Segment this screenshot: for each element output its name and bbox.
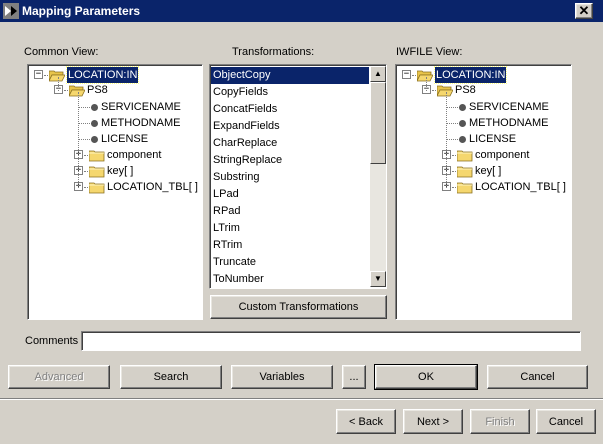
app-icon — [3, 3, 19, 19]
transformation-item[interactable]: StringReplace — [211, 152, 369, 169]
folder-icon — [89, 150, 105, 162]
tree-node-label: METHODNAME — [101, 117, 181, 129]
scroll-thumb[interactable] — [370, 82, 386, 164]
transformation-item[interactable]: ToNumber — [211, 271, 369, 286]
transformations-label: Transformations: — [232, 46, 315, 58]
advanced-button[interactable]: Advanced — [8, 365, 110, 389]
scroll-down-button[interactable]: ▼ — [370, 271, 386, 287]
title-bar: Mapping Parameters — [0, 0, 603, 22]
comments-input[interactable] — [81, 331, 581, 351]
folder-icon — [457, 166, 473, 178]
back-button[interactable]: < Back — [336, 409, 396, 434]
tree-node-label: SERVICENAME — [469, 101, 549, 113]
tree-node-label: component — [107, 149, 162, 161]
folder-icon — [89, 166, 105, 178]
transformation-item[interactable]: ExpandFields — [211, 118, 369, 135]
transformation-item[interactable]: LPad — [211, 186, 369, 203]
search-button[interactable]: Search — [120, 365, 222, 389]
folder-icon — [89, 182, 105, 194]
separator — [0, 398, 603, 400]
transformation-item[interactable]: ConcatFields — [211, 101, 369, 118]
tree-node[interactable]: + component — [396, 147, 566, 163]
tree-node-label: LOCATION:IN — [433, 66, 508, 84]
collapse-icon[interactable]: − — [402, 70, 411, 79]
tree-node[interactable]: + key[ ] — [396, 163, 566, 179]
folder-icon — [457, 182, 473, 194]
bullet-icon — [459, 120, 466, 127]
transformation-item[interactable]: LTrim — [211, 220, 369, 237]
next-button[interactable]: Next > — [403, 409, 463, 434]
transformation-item[interactable]: CharReplace — [211, 135, 369, 152]
variables-button[interactable]: Variables — [231, 365, 333, 389]
bullet-icon — [459, 104, 466, 111]
tree-node[interactable]: SERVICENAME — [28, 99, 198, 115]
cancel-button[interactable]: Cancel — [487, 365, 588, 389]
scroll-up-button[interactable]: ▲ — [370, 66, 386, 82]
wizard-cancel-button[interactable]: Cancel — [536, 409, 596, 434]
tree-node[interactable]: + component — [28, 147, 198, 163]
bullet-icon — [459, 136, 466, 143]
folder-open-icon — [69, 85, 85, 97]
iwfile-view-tree[interactable]: − LOCATION:IN − PS8 SERVICENAME METHODNAME LIC… — [395, 64, 572, 320]
ok-button[interactable]: OK — [374, 364, 478, 390]
transformations-scrollbar[interactable]: ▲ ▼ — [370, 66, 386, 287]
finish-button[interactable]: Finish — [470, 409, 530, 434]
transformation-item[interactable]: Truncate — [211, 254, 369, 271]
tree-node-label: PS8 — [455, 84, 476, 96]
tree-node-label: key[ ] — [107, 165, 134, 177]
transformation-item[interactable]: ObjectCopy — [211, 67, 369, 84]
tree-node-label: key[ ] — [475, 165, 502, 177]
transformation-item[interactable]: RTrim — [211, 237, 369, 254]
tree-node[interactable]: METHODNAME — [28, 115, 198, 131]
close-icon: ✕ — [578, 3, 590, 18]
tree-node-label: LICENSE — [101, 133, 149, 145]
collapse-icon[interactable]: − — [34, 70, 43, 79]
close-button[interactable]: ✕ — [575, 3, 593, 19]
window-title: Mapping Parameters — [22, 4, 141, 18]
folder-open-icon — [437, 85, 453, 97]
tree-node[interactable]: + LOCATION_TBL[ ] — [28, 179, 198, 195]
tree-node-label: LOCATION_TBL[ ] — [107, 181, 198, 193]
iwfile-view-label: IWFILE View: — [396, 46, 463, 58]
transformation-item[interactable]: CopyFields — [211, 84, 369, 101]
folder-icon — [457, 150, 473, 162]
tree-node-label: METHODNAME — [469, 117, 549, 129]
tree-node[interactable]: − PS8 — [396, 82, 566, 98]
transformation-item[interactable]: Substring — [211, 169, 369, 186]
tree-node[interactable]: + LOCATION_TBL[ ] — [396, 179, 566, 195]
tree-node-label: LOCATION_TBL[ ] — [475, 181, 566, 193]
tree-node[interactable]: − PS8 — [28, 82, 198, 98]
tree-node[interactable]: LICENSE — [396, 131, 566, 147]
tree-node-label: PS8 — [87, 84, 108, 96]
common-view-label: Common View: — [24, 46, 99, 58]
ellipsis-button[interactable]: ... — [342, 365, 366, 389]
tree-node[interactable]: LICENSE — [28, 131, 198, 147]
bullet-icon — [91, 104, 98, 111]
tree-node[interactable]: SERVICENAME — [396, 99, 566, 115]
tree-node[interactable]: − LOCATION:IN — [396, 66, 566, 84]
back-button-label: < Back — [349, 415, 383, 428]
custom-transformations-button[interactable]: Custom Transformations — [210, 295, 387, 319]
tree-node-label: SERVICENAME — [101, 101, 181, 113]
folder-open-icon — [417, 70, 433, 82]
bullet-icon — [91, 120, 98, 127]
tree-node[interactable]: − LOCATION:IN — [28, 66, 198, 84]
tree-node[interactable]: METHODNAME — [396, 115, 566, 131]
transformation-item[interactable]: RPad — [211, 203, 369, 220]
tree-node-label: component — [475, 149, 530, 161]
bullet-icon — [91, 136, 98, 143]
transformations-list[interactable]: ObjectCopy CopyFields ConcatFields ExpandFi… — [209, 64, 387, 289]
tree-node[interactable]: + key[ ] — [28, 163, 198, 179]
next-button-label: Next > — [416, 415, 450, 428]
folder-open-icon — [49, 70, 65, 82]
comments-label: Comments — [25, 335, 79, 347]
common-view-tree[interactable]: − LOCATION:IN − PS8 SERVICENAME METHODNAME LIC… — [27, 64, 203, 320]
tree-node-label: LICENSE — [469, 133, 517, 145]
tree-node-label: LOCATION:IN — [65, 66, 140, 84]
